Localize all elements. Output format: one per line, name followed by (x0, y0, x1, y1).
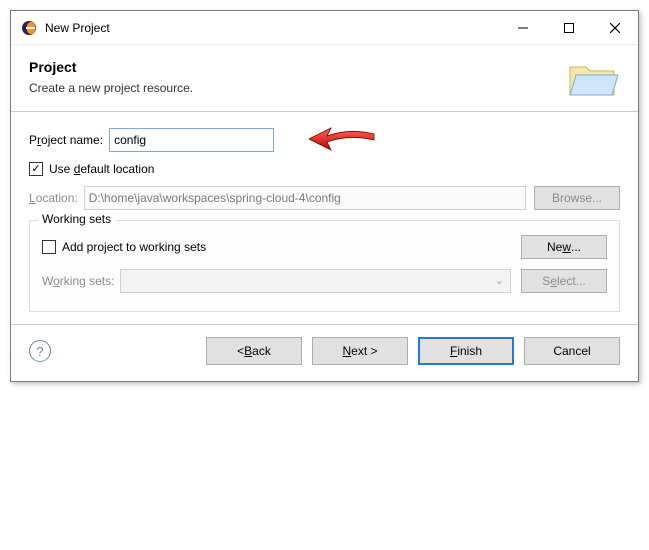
working-sets-dropdown: ⌄ (120, 269, 511, 293)
location-input (84, 186, 526, 210)
maximize-button[interactable] (546, 13, 592, 43)
project-name-row: Project name: (29, 128, 620, 152)
location-label: Location: (29, 191, 78, 205)
window-title: New Project (45, 21, 110, 35)
next-button[interactable]: Next > (312, 337, 408, 365)
help-icon: ? (36, 344, 43, 359)
use-default-location-row: ✓ Use default location (29, 162, 620, 176)
dialog-window: New Project Project Create a new project… (10, 10, 639, 382)
finish-button[interactable]: Finish (418, 337, 514, 365)
location-row: Location: Browse... (29, 186, 620, 210)
add-to-working-sets-checkbox[interactable] (42, 240, 56, 254)
project-name-input[interactable] (109, 128, 274, 152)
page-title: Project (29, 59, 620, 75)
content-area: Project name: ✓ Use default location Loc… (11, 112, 638, 324)
close-icon (610, 23, 620, 33)
chevron-down-icon: ⌄ (495, 274, 504, 287)
new-working-set-button[interactable]: New... (521, 235, 607, 259)
add-to-working-sets-row: Add project to working sets New... (42, 235, 607, 259)
eclipse-icon (21, 20, 37, 36)
cancel-button[interactable]: Cancel (524, 337, 620, 365)
minimize-button[interactable] (500, 13, 546, 43)
working-sets-select-label: Working sets: (42, 274, 114, 288)
maximize-icon (564, 23, 574, 33)
help-button[interactable]: ? (29, 340, 51, 362)
add-to-working-sets-label: Add project to working sets (62, 240, 206, 254)
close-button[interactable] (592, 13, 638, 43)
select-working-sets-button: Select... (521, 269, 607, 293)
titlebar: New Project (11, 11, 638, 45)
project-name-label: Project name: (29, 133, 103, 147)
page-subtitle: Create a new project resource. (29, 81, 620, 95)
browse-button: Browse... (534, 186, 620, 210)
annotation-arrow-icon (309, 122, 379, 152)
wizard-header: Project Create a new project resource. (11, 45, 638, 111)
use-default-location-label: Use default location (49, 162, 154, 176)
use-default-location-checkbox[interactable]: ✓ (29, 162, 43, 176)
working-sets-group: Working sets Add project to working sets… (29, 220, 620, 312)
footer: ? < Back Next > Finish Cancel (11, 325, 638, 381)
minimize-icon (518, 23, 528, 33)
working-sets-select-row: Working sets: ⌄ Select... (42, 269, 607, 293)
folder-icon (568, 57, 620, 101)
back-button[interactable]: < Back (206, 337, 302, 365)
working-sets-title: Working sets (38, 212, 115, 226)
